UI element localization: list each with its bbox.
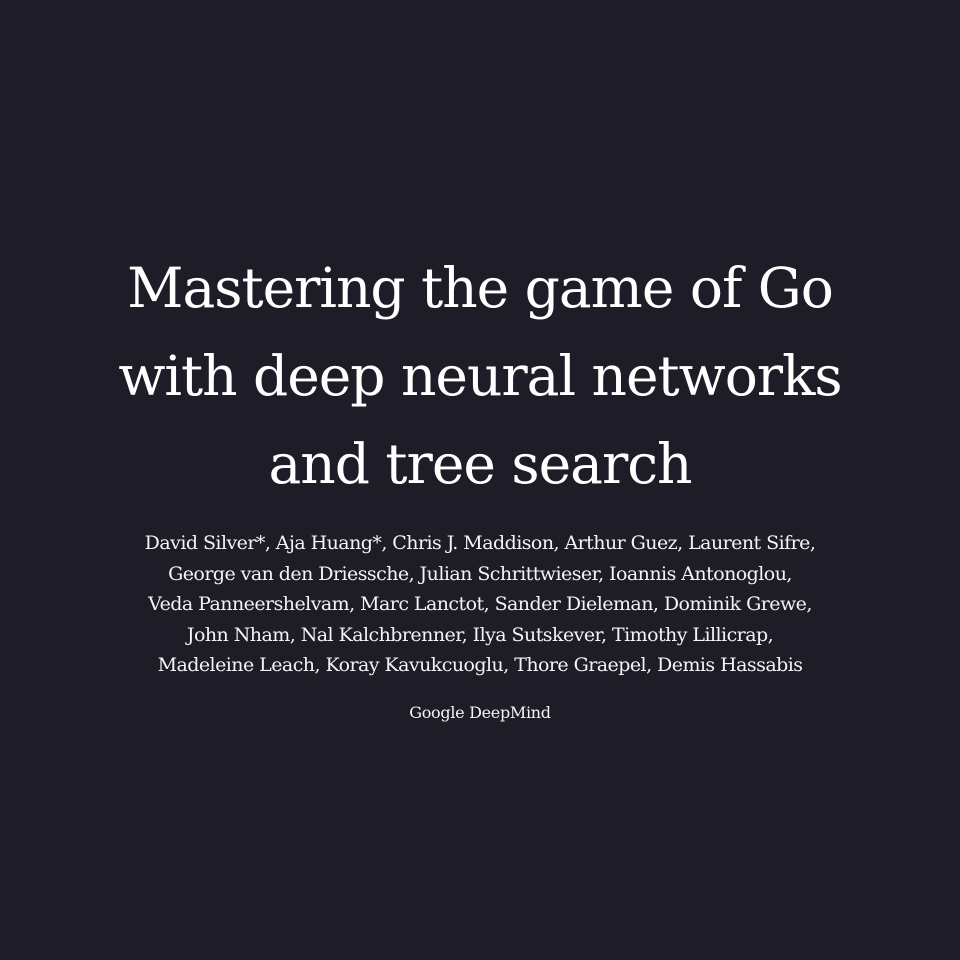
- affiliation: Google DeepMind: [409, 703, 551, 722]
- title-line: with deep neural networks: [118, 344, 842, 408]
- author-line: John Nham, Nal Kalchbrenner, Ilya Sutske…: [186, 623, 774, 646]
- title-slide: Mastering the game of Go with deep neura…: [0, 0, 960, 960]
- author-list: David Silver*, Aja Huang*, Chris J. Madd…: [0, 528, 960, 681]
- author-line: Madeleine Leach, Koray Kavukcuoglu, Thor…: [157, 654, 803, 676]
- author-line: Veda Panneershelvam, Marc Lanctot, Sande…: [148, 593, 812, 615]
- author-line: David Silver*, Aja Huang*, Chris J. Madd…: [144, 532, 816, 554]
- title-line: Mastering the game of Go: [127, 256, 834, 320]
- paper-title: Mastering the game of Go with deep neura…: [0, 244, 960, 508]
- author-line: George van den Driessche, Julian Schritt…: [168, 562, 792, 585]
- title-line: and tree search: [268, 432, 693, 496]
